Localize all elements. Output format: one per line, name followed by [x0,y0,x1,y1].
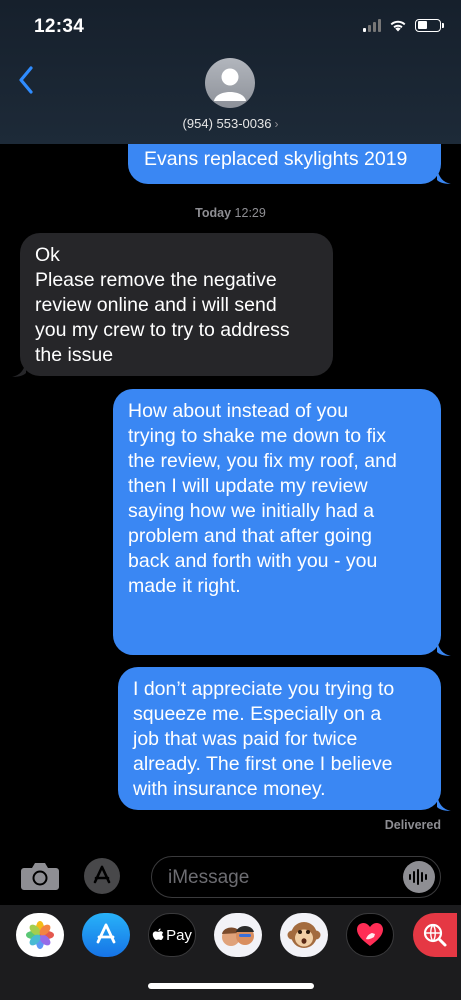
message-text: Ok Please remove the negative review onl… [35,244,290,366]
message-text: How about instead of you trying to shake… [128,400,397,597]
bubble-tail [437,168,451,184]
app-store-button[interactable] [84,858,120,894]
contact-number: (954) 553-0036 [182,116,272,131]
app-digital-touch[interactable] [346,913,394,957]
message-text: Evans replaced skylights 2019 [144,148,408,170]
bubble-tail [12,361,26,377]
app-memoji[interactable] [214,913,262,957]
appstore-icon [96,923,116,944]
app-web-search[interactable] [413,913,457,957]
camera-button[interactable] [20,858,60,894]
status-time: 12:34 [34,16,85,37]
contact-avatar[interactable] [205,58,255,108]
delivered-status: Delivered [384,818,441,832]
outgoing-message-2[interactable]: How about instead of you trying to shake… [113,389,441,655]
app-animoji[interactable] [280,913,328,957]
wifi-icon [390,20,406,32]
bubble-tail [437,640,451,656]
apple-pay-label: Pay [166,926,192,944]
bubble-tail [437,795,451,811]
monkey-animoji-icon [287,922,321,948]
memoji-icon [222,926,254,946]
battery-icon [415,18,444,32]
appstore-icon [93,865,111,884]
digital-touch-icon [357,923,383,946]
input-placeholder: iMessage [168,867,250,888]
app-apple-pay[interactable]: Pay [148,913,196,957]
message-text: I don’t appreciate you trying to squeeze… [133,678,395,800]
contact-name[interactable]: (954) 553-0036 › [0,116,461,131]
home-indicator[interactable] [148,983,314,989]
timestamp-time: 12:29 [234,206,266,220]
audio-record-button[interactable] [403,861,435,893]
incoming-message-1[interactable]: Ok Please remove the negative review onl… [20,233,333,376]
chevron-left-icon [19,66,33,94]
timestamp-day: Today [195,206,232,220]
chevron-right-icon: › [274,117,279,131]
app-photos[interactable] [16,913,64,957]
cellular-signal-icon [363,18,381,32]
status-icons [363,18,444,32]
message-timestamp: Today 12:29 [0,206,461,220]
conversation-header: 12:34 (954) 553-0036 › [0,0,461,144]
apple-pay-icon [152,928,164,940]
imessage-input[interactable]: iMessage [151,856,441,898]
photos-icon [26,921,54,949]
app-store[interactable] [82,913,130,957]
person-icon [214,68,246,101]
waveform-icon [409,869,427,885]
web-search-icon [423,923,447,947]
camera-icon [21,863,59,890]
outgoing-message-3[interactable]: I don’t appreciate you trying to squeeze… [118,667,441,810]
back-button[interactable] [12,64,40,96]
